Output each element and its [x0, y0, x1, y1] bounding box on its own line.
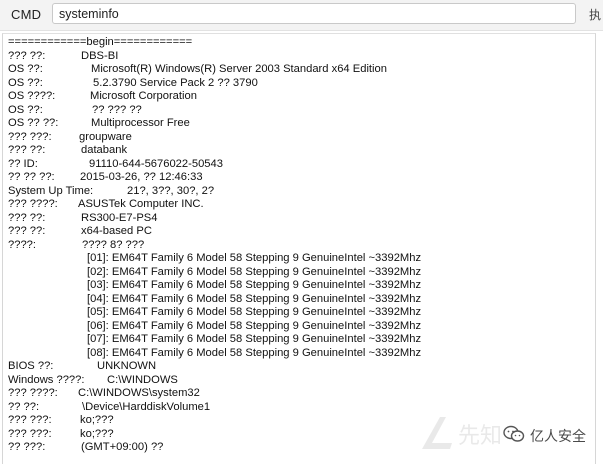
output-line-key: System Up Time:: [8, 184, 94, 197]
output-line-value: UNKNOWN: [97, 360, 157, 372]
output-line: ??? ???: groupware: [8, 131, 593, 145]
output-line-key: OS ??:: [8, 103, 43, 116]
output-line-key: ??? ???:: [8, 130, 52, 143]
output-line: System Up Time: 21?, 3??, 30?, 2?: [8, 185, 593, 199]
output-line-key: ?? ??:: [8, 400, 40, 413]
output-line: ??? ??: databank: [8, 144, 593, 158]
command-output: ============begin============??? ??: DBS-…: [2, 33, 596, 464]
output-line: ??? ????: ASUSTek Computer INC.: [8, 198, 593, 212]
output-line: [08]: EM64T Family 6 Model 58 Stepping 9…: [8, 347, 593, 361]
output-line-text: ============begin============: [8, 36, 193, 48]
output-line-value: \Device\HarddiskVolume1: [82, 400, 211, 413]
output-line: OS ?? ??: Multiprocessor Free: [8, 117, 593, 131]
output-line: ??? ??: DBS-BI: [8, 50, 593, 64]
output-line: ?? ID: 91110-644-5676022-50543: [8, 158, 593, 172]
output-line-value: ???? 8? ???: [82, 238, 145, 251]
output-line: [07]: EM64T Family 6 Model 58 Stepping 9…: [8, 333, 593, 347]
output-line-text: [02]: EM64T Family 6 Model 58 Stepping 9…: [87, 265, 422, 278]
output-line-value: RS300-E7-PS4: [81, 211, 158, 224]
output-line-key: ??? ??:: [8, 49, 46, 62]
output-line-value: DBS-BI: [81, 49, 119, 62]
watermark-logo-icon: 先知: [418, 413, 502, 453]
output-line-key: OS ??:: [8, 63, 43, 75]
output-line-key: ??? ???:: [8, 427, 52, 440]
output-line-value: C:\WINDOWS\system32: [78, 387, 200, 399]
output-line-key: OS ??:: [8, 76, 43, 89]
output-line: ????: ???? 8? ???: [8, 239, 593, 253]
output-line-key: OS ?? ??:: [8, 117, 59, 129]
output-line-key: ??? ??:: [8, 225, 46, 237]
watermark: 亿人安全: [503, 425, 586, 448]
output-line-value: x64-based PC: [81, 225, 152, 237]
output-line-value: databank: [81, 144, 128, 156]
output-line: Windows ????: C:\WINDOWS: [8, 374, 593, 388]
output-line-value: ASUSTek Computer INC.: [78, 198, 204, 210]
output-line: [04]: EM64T Family 6 Model 58 Stepping 9…: [8, 293, 593, 307]
command-bar: CMD 执: [0, 0, 603, 31]
output-line: [06]: EM64T Family 6 Model 58 Stepping 9…: [8, 320, 593, 334]
output-line-value: Microsoft Corporation: [90, 90, 197, 102]
output-line: ?? ??: \Device\HarddiskVolume1: [8, 401, 593, 415]
output-line: ?? ?? ??: 2015-03-26, ?? 12:46:33: [8, 171, 593, 185]
output-line-value: (GMT+09:00) ??: [81, 441, 164, 453]
output-line-text: [08]: EM64T Family 6 Model 58 Stepping 9…: [87, 346, 422, 359]
output-line: OS ??: Microsoft(R) Windows(R) Server 200…: [8, 63, 593, 77]
output-line: BIOS ??: UNKNOWN: [8, 360, 593, 374]
output-line-text: [07]: EM64T Family 6 Model 58 Stepping 9…: [87, 333, 422, 345]
output-line: ============begin============: [8, 36, 593, 50]
command-input[interactable]: [52, 3, 576, 24]
output-line-value: groupware: [79, 130, 132, 143]
watermark-text: 亿人安全: [530, 429, 586, 445]
output-line-value: Microsoft(R) Windows(R) Server 2003 Stan…: [91, 63, 387, 75]
output-line-value: ko;???: [80, 414, 114, 426]
output-line-key: ????:: [8, 238, 36, 251]
output-line-text: [06]: EM64T Family 6 Model 58 Stepping 9…: [87, 319, 422, 332]
output-line-key: ?? ???:: [8, 441, 46, 453]
output-line-value: 91110-644-5676022-50543: [89, 157, 223, 170]
output-line-key: ??? ??:: [8, 211, 46, 224]
output-line-value: 5.2.3790 Service Pack 2 ?? 3790: [93, 76, 258, 89]
output-line-key: ??? ???:: [8, 414, 52, 426]
output-line-value: ?? ??? ??: [92, 103, 142, 116]
output-line: ??? ??: RS300-E7-PS4: [8, 212, 593, 226]
output-line: [03]: EM64T Family 6 Model 58 Stepping 9…: [8, 279, 593, 293]
output-line-key: ??? ????:: [8, 198, 58, 210]
output-line: [01]: EM64T Family 6 Model 58 Stepping 9…: [8, 252, 593, 266]
output-line-text: [03]: EM64T Family 6 Model 58 Stepping 9…: [87, 279, 422, 291]
output-line-key: ??? ??:: [8, 144, 46, 156]
wechat-icon: [503, 425, 525, 448]
output-line-key: ??? ????:: [8, 387, 58, 399]
output-line-value: C:\WINDOWS: [107, 373, 178, 386]
execute-button[interactable]: 执: [589, 6, 603, 24]
output-line-key: ?? ?? ??:: [8, 171, 55, 183]
cmd-label: CMD: [11, 7, 42, 22]
output-line-key: Windows ????:: [8, 373, 85, 386]
output-line-key: OS ????:: [8, 90, 56, 102]
output-line: [02]: EM64T Family 6 Model 58 Stepping 9…: [8, 266, 593, 280]
output-line-key: BIOS ??:: [8, 360, 54, 372]
output-line-text: [04]: EM64T Family 6 Model 58 Stepping 9…: [87, 292, 422, 305]
output-line: OS ????: Microsoft Corporation: [8, 90, 593, 104]
output-line: ??? ??: x64-based PC: [8, 225, 593, 239]
output-line: [05]: EM64T Family 6 Model 58 Stepping 9…: [8, 306, 593, 320]
output-line-value: Multiprocessor Free: [91, 117, 190, 129]
output-line: OS ??: ?? ??? ??: [8, 104, 593, 118]
output-line-key: ?? ID:: [8, 157, 38, 170]
output-line-value: ko;???: [80, 427, 114, 440]
output-line-text: [05]: EM64T Family 6 Model 58 Stepping 9…: [87, 306, 422, 318]
output-line: OS ??: 5.2.3790 Service Pack 2 ?? 3790: [8, 77, 593, 91]
watermark-logo-text: 先知: [458, 424, 500, 449]
output-line-text: [01]: EM64T Family 6 Model 58 Stepping 9…: [87, 252, 422, 264]
output-lines: ============begin============??? ??: DBS-…: [8, 36, 593, 455]
output-line: ??? ????: C:\WINDOWS\system32: [8, 387, 593, 401]
output-line-value: 21?, 3??, 30?, 2?: [127, 184, 215, 197]
output-line-value: 2015-03-26, ?? 12:46:33: [80, 171, 203, 183]
